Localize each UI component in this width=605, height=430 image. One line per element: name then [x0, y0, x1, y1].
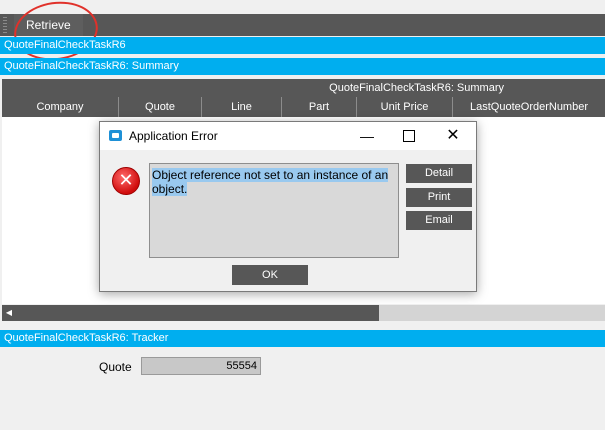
column-header-last-quote-order-number[interactable]: LastQuoteOrderNumber: [453, 97, 605, 117]
summary-panel-header[interactable]: QuoteFinalCheckTaskR6: Summary: [0, 58, 605, 75]
dialog-title: Application Error: [129, 129, 218, 143]
column-header-part[interactable]: Part: [282, 97, 357, 117]
toolbar: Retrieve: [0, 14, 605, 36]
detail-button[interactable]: Detail: [406, 164, 472, 183]
error-x-icon: ✕: [112, 167, 140, 195]
quote-input[interactable]: 55554: [141, 357, 261, 375]
toolbar-grip-handle[interactable]: [3, 17, 7, 33]
app-window-icon: [109, 130, 122, 141]
column-header-company[interactable]: Company: [2, 97, 119, 117]
tracker-panel-header[interactable]: QuoteFinalCheckTaskR6: Tracker: [0, 330, 605, 347]
retrieve-button[interactable]: Retrieve: [14, 14, 83, 36]
scroll-left-arrow-icon[interactable]: ◀: [2, 305, 16, 321]
grid-header-row: Company Quote Line Part Unit Price LastQ…: [2, 97, 605, 117]
error-message-text: Object reference not set to an instance …: [152, 168, 389, 196]
task-panel-header[interactable]: QuoteFinalCheckTaskR6: [0, 37, 605, 54]
maximize-button[interactable]: [393, 122, 423, 150]
column-header-unit-price[interactable]: Unit Price: [357, 97, 453, 117]
close-button[interactable]: ✕: [438, 122, 468, 150]
dialog-titlebar[interactable]: Application Error — ✕: [100, 122, 476, 150]
quote-label: Quote: [99, 360, 132, 374]
application-error-dialog: Application Error — ✕ ✕ Object reference…: [99, 121, 477, 292]
horizontal-scrollbar[interactable]: ◀: [2, 305, 605, 321]
print-button[interactable]: Print: [406, 188, 472, 207]
scrollbar-thumb[interactable]: [16, 305, 379, 321]
error-message-box[interactable]: Object reference not set to an instance …: [149, 163, 399, 258]
ok-button[interactable]: OK: [232, 265, 308, 285]
minimize-button[interactable]: —: [352, 122, 382, 150]
tracker-panel: [0, 347, 605, 430]
column-header-quote[interactable]: Quote: [119, 97, 202, 117]
email-button[interactable]: Email: [406, 211, 472, 230]
column-header-line[interactable]: Line: [202, 97, 282, 117]
grid-title: QuoteFinalCheckTaskR6: Summary: [2, 79, 605, 97]
